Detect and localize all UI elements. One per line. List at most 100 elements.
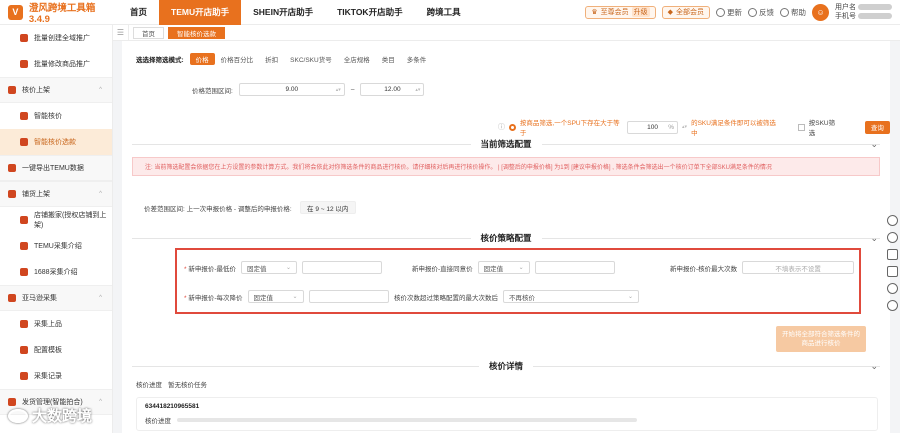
vip-upgrade-tag: 升级: [631, 7, 650, 17]
sku-filter-checkbox[interactable]: [797, 123, 805, 131]
max-count-input[interactable]: 不填表示不设置: [742, 261, 855, 274]
help-button[interactable]: 帮助: [780, 7, 806, 18]
step-price-select[interactable]: 固定值 ⌄: [247, 290, 304, 303]
chevron-down-icon[interactable]: ⌄: [870, 139, 878, 150]
nav-tiktok[interactable]: TIKTOK开店助手: [325, 0, 414, 25]
filter-mode-option[interactable]: 价格: [189, 53, 215, 65]
nav-tools[interactable]: 跨境工具: [415, 0, 473, 25]
menu-item-icon: [20, 320, 28, 328]
price-range-row: 价格范围区间: 9.00 ▴▾ – 12.00 ▴▾: [192, 83, 425, 96]
sidebar-item-label: 铺货上架: [22, 191, 50, 198]
min-price-input[interactable]: [302, 261, 383, 274]
agree-price-field: 新申报价-直接同意价 固定值 ⌄: [412, 261, 615, 274]
stepper-icon[interactable]: ▴▾: [682, 124, 687, 130]
price-max-input[interactable]: 12.00 ▴▾: [360, 83, 425, 96]
avatar[interactable]: ☺: [812, 3, 830, 21]
price-diff-value: 在 9 ~ 12 以内: [299, 201, 356, 214]
step-price-input[interactable]: [308, 290, 389, 303]
nav-shein[interactable]: SHEIN开店助手: [241, 0, 325, 25]
price-diff-label: 价差范围区间: 上一次申报价格 - 调整后的申报价格:: [144, 205, 292, 213]
spu-percent-value: 100: [647, 123, 659, 131]
user-settings-icon[interactable]: [886, 300, 898, 311]
order-id: 634418210965581: [145, 403, 200, 410]
nav-home[interactable]: 首页: [118, 0, 159, 25]
spu-percent-input[interactable]: 100%: [627, 120, 679, 134]
tab-smart-pricing[interactable]: 智能核价选款: [168, 26, 225, 39]
document-icon[interactable]: [886, 266, 898, 277]
chevron-down-icon[interactable]: ⌄: [870, 233, 878, 244]
step-price-select-value: 固定值: [253, 294, 274, 302]
sidebar-item[interactable]: 1688采集介绍: [0, 259, 112, 285]
filter-mode-option[interactable]: 全店规格: [338, 53, 376, 65]
detail-title: 核价详情: [489, 361, 524, 371]
sidebar-item[interactable]: 批量创建全域推广: [0, 25, 112, 51]
stepper-icon[interactable]: ▴▾: [415, 87, 420, 93]
vip-button[interactable]: ♛ 至尊会员 升级: [585, 5, 656, 19]
headset-icon[interactable]: [886, 215, 898, 226]
qrcode-icon[interactable]: [886, 249, 898, 260]
help-label: 帮助: [791, 7, 807, 17]
sidebar-item[interactable]: 店铺搬家(授权店铺到上架): [0, 207, 112, 233]
sidebar-item-label: 1688采集介绍: [34, 269, 78, 276]
sidebar-item[interactable]: 批量修改商品推广: [0, 51, 112, 77]
start-pricing-button[interactable]: 开始将全部符合筛选条件的商品进行核价: [776, 326, 866, 352]
range-separator: –: [350, 86, 355, 93]
watermark-text: 大数跨境: [32, 408, 93, 425]
agree-price-input[interactable]: [534, 261, 615, 274]
update-label: 更新: [727, 7, 743, 17]
min-price-select[interactable]: 固定值 ⌄: [241, 261, 298, 274]
sidebar-item[interactable]: 配置模板: [0, 337, 112, 363]
menu-item-icon: [20, 346, 28, 354]
tab-home[interactable]: 首页: [133, 26, 164, 39]
spu-radio[interactable]: [509, 123, 516, 131]
filter-mode-option[interactable]: 折扣: [259, 53, 284, 65]
chevron-down-icon[interactable]: ⌄: [870, 361, 878, 372]
chat-icon[interactable]: [886, 232, 898, 243]
filter-mode-group: 价格 价格百分比 折扣 SKC/SKU货号 全店规格 类目 多条件: [189, 53, 433, 65]
sidebar-item[interactable]: 智能核价选款: [0, 129, 112, 155]
all-vip-button[interactable]: ◆ 全部会员: [661, 5, 711, 19]
filter-mode-label: 选选择筛选模式:: [136, 57, 184, 64]
agree-price-select[interactable]: 固定值 ⌄: [477, 261, 530, 274]
chevron-up-icon: ^: [99, 295, 102, 301]
chevron-down-icon: ⌄: [292, 294, 298, 300]
sidebar-item[interactable]: 智能核价: [0, 103, 112, 129]
highlight-box: [175, 248, 861, 314]
sidebar-item[interactable]: 亚马逊采集 ^: [0, 285, 112, 311]
after-max-select[interactable]: 不再核价 ⌄: [503, 290, 639, 303]
chevron-down-icon: ⌄: [518, 265, 524, 271]
menu-item-icon: [20, 138, 28, 146]
max-count-field: 新申报价-核价最大次数 不填表示不设置: [670, 261, 855, 274]
progress-label: 核价进度: [136, 382, 162, 389]
price-min-input[interactable]: 9.00 ▴▾: [238, 83, 345, 96]
update-button[interactable]: 更新: [716, 7, 742, 18]
chevron-up-icon: ^: [99, 191, 102, 197]
sidebar-item[interactable]: 铺货上架 ^: [0, 181, 112, 207]
user-icon[interactable]: [886, 283, 898, 294]
all-vip-label: 全部会员: [676, 9, 705, 16]
vip-label: 至尊会员: [600, 9, 629, 16]
stepper-icon[interactable]: ▴▾: [336, 87, 341, 93]
price-min-value: 9.00: [285, 86, 299, 93]
collapse-sidebar-icon[interactable]: ☰: [113, 24, 129, 41]
nav-temu[interactable]: TEMU开店助手: [159, 0, 242, 25]
crown-icon: ♛: [591, 9, 598, 16]
sidebar-item[interactable]: 采集上品: [0, 311, 112, 337]
user-info[interactable]: 用户名 手机号: [835, 3, 892, 21]
chevron-up-icon: ^: [99, 87, 102, 93]
sidebar-item[interactable]: 采集记录: [0, 363, 112, 389]
feedback-button[interactable]: 反馈: [748, 7, 774, 18]
sidebar-item-label: 智能核价选款: [34, 139, 76, 146]
sidebar-item-label: 亚马逊采集: [22, 295, 57, 302]
filter-mode-option[interactable]: 类目: [376, 53, 401, 65]
filter-mode-option[interactable]: SKC/SKU货号: [284, 53, 338, 65]
filter-mode-option[interactable]: 多条件: [401, 53, 433, 65]
menu-item-icon: [20, 268, 28, 276]
filter-mode-option[interactable]: 价格百分比: [215, 53, 260, 65]
no-task-text: 暂无核价任务: [168, 382, 207, 389]
sidebar-item[interactable]: 核价上架 ^: [0, 77, 112, 103]
sidebar-item[interactable]: TEMU采集介绍: [0, 233, 112, 259]
query-button[interactable]: 查询: [864, 120, 891, 134]
min-price-select-value: 固定值: [247, 265, 267, 273]
sidebar-item[interactable]: 一键导出TEMU数据: [0, 155, 112, 181]
